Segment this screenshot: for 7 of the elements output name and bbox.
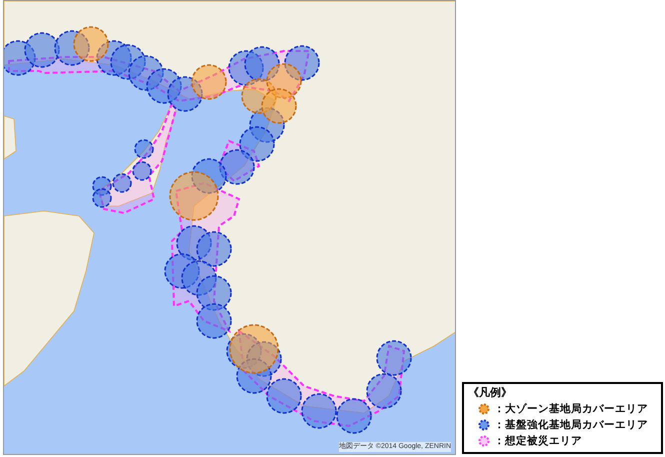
dashed-circle-icon (478, 434, 490, 446)
legend-label: ：基盤強化基地局カバーエリア (494, 418, 648, 432)
reinforced-circle-icon (478, 418, 490, 430)
legend-title: 《凡例》 (468, 386, 513, 401)
legend-label: ：大ゾーン基地局カバーエリア (494, 402, 648, 416)
legend-label: ：想定被災エリア (494, 434, 582, 448)
large-zone-circle-icon (478, 402, 490, 414)
